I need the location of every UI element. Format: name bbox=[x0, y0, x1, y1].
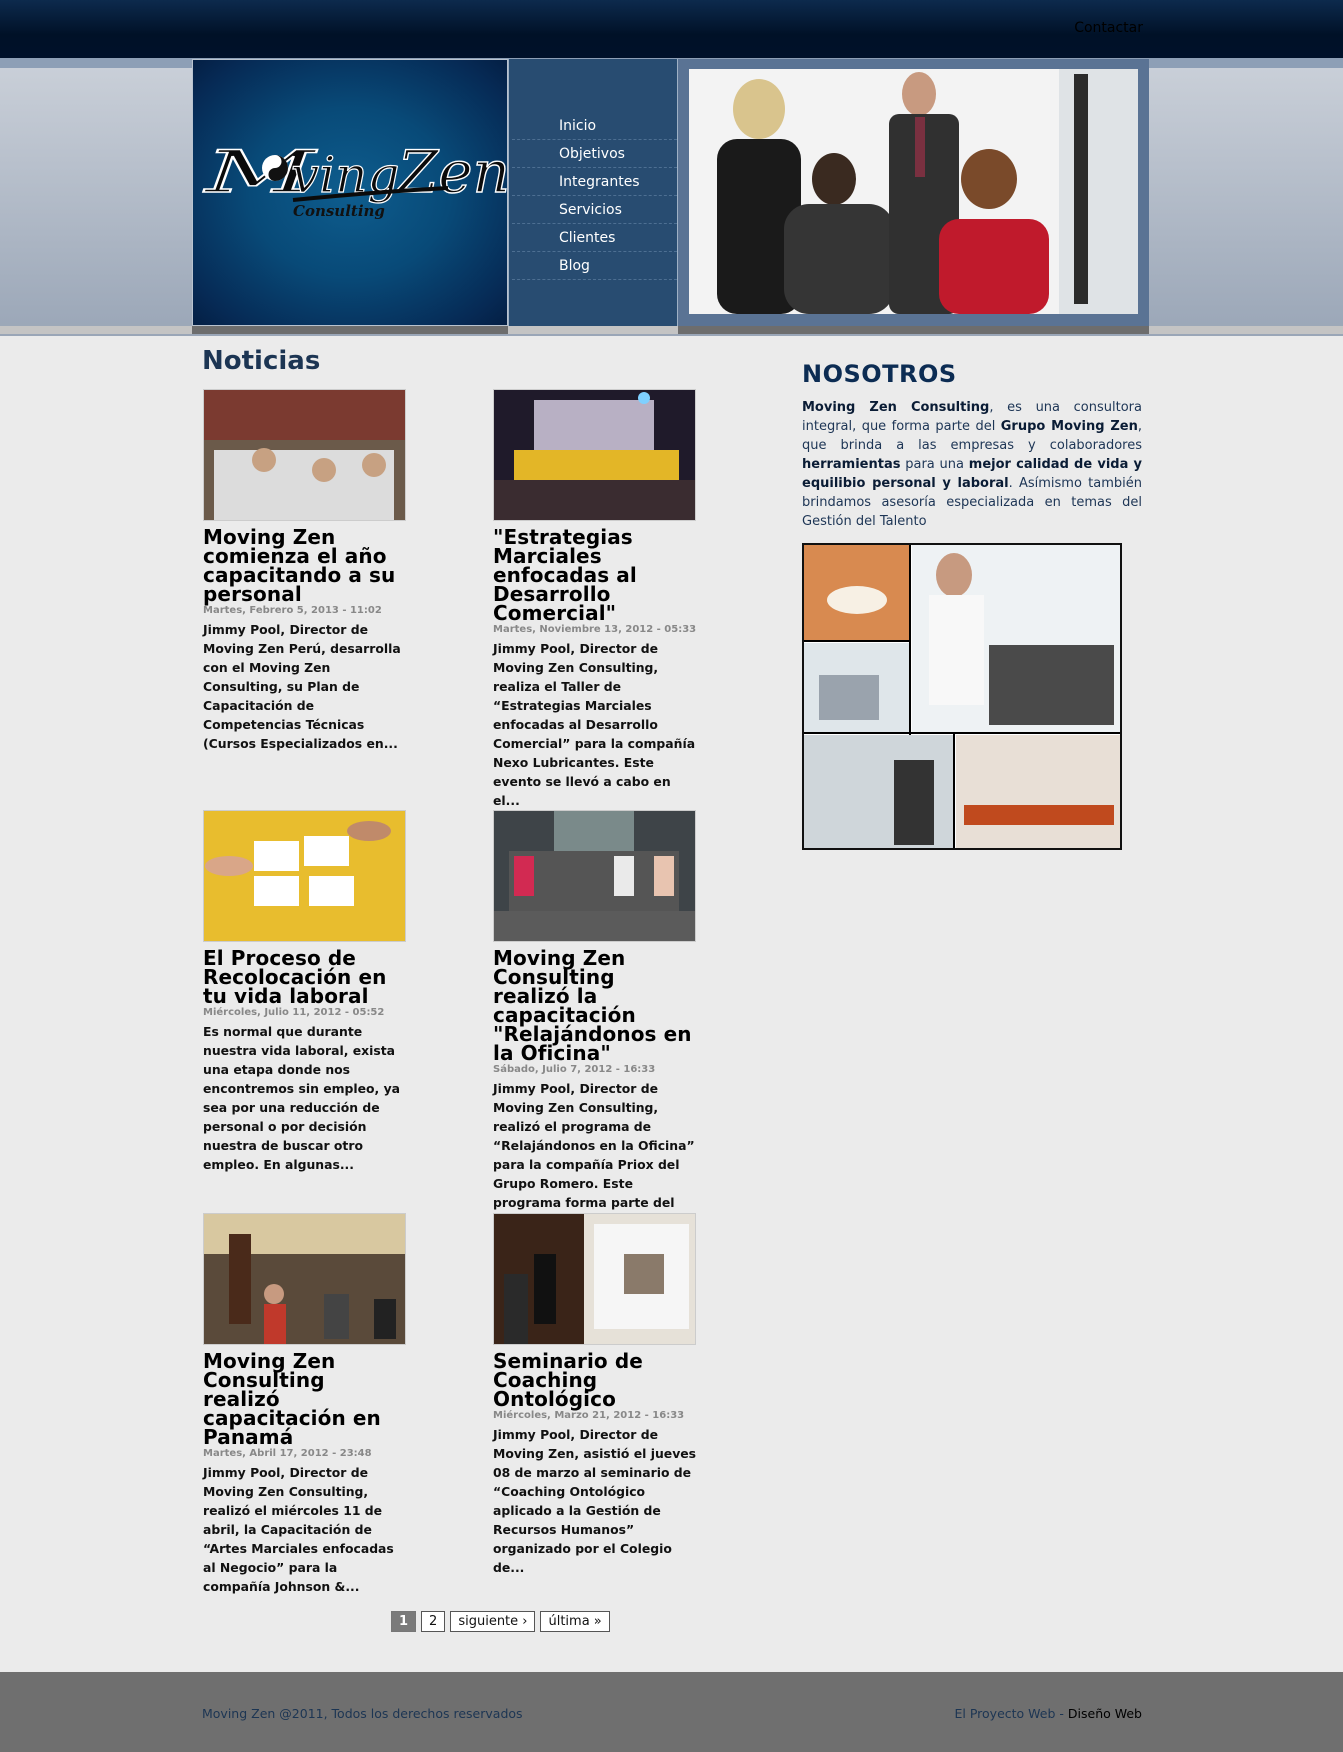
nav-item-blog[interactable]: Blog bbox=[512, 252, 677, 280]
news-date: Miércoles, Marzo 21, 2012 - 16:33 bbox=[493, 1410, 685, 1421]
nav-link[interactable]: Objetivos bbox=[512, 140, 677, 168]
news-date: Sábado, Julio 7, 2012 - 16:33 bbox=[493, 1064, 656, 1075]
footer-credit: El Proyecto Web - Diseño Web bbox=[954, 1706, 1143, 1721]
news-item: El Proceso de Recolocación en tu vida la… bbox=[203, 810, 408, 1174]
pager-current: 1 bbox=[391, 1611, 417, 1632]
sidebar-text: Moving Zen Consulting, es una consultora… bbox=[802, 400, 1143, 529]
nav-item-objetivos[interactable]: Objetivos bbox=[512, 140, 677, 168]
nav-item-servicios[interactable]: Servicios bbox=[512, 196, 677, 224]
logo[interactable]: M ving Zen Consulting bbox=[192, 59, 509, 326]
news-title[interactable]: Moving Zen comienza el año capacitando a… bbox=[203, 525, 395, 606]
news-excerpt: Jimmy Pool, Director de Moving Zen, asis… bbox=[493, 1427, 697, 1575]
top-bar: Contactar bbox=[0, 0, 1343, 58]
pagination: 1 2 siguiente › última » bbox=[391, 1611, 610, 1633]
nav-item-inicio[interactable]: Inicio bbox=[512, 112, 677, 140]
news-item: Moving Zen comienza el año capacitando a… bbox=[203, 389, 408, 753]
news-thumbnail[interactable] bbox=[203, 1213, 406, 1345]
news-thumbnail[interactable] bbox=[493, 1213, 696, 1345]
news-thumbnail[interactable] bbox=[203, 389, 406, 521]
hero-image bbox=[689, 69, 1138, 314]
news-thumbnail[interactable] bbox=[203, 810, 406, 942]
nav-link[interactable]: Blog bbox=[512, 252, 677, 280]
sidebar-collage bbox=[802, 543, 1122, 850]
news-excerpt: Jimmy Pool, Director de Moving Zen Consu… bbox=[493, 1081, 695, 1229]
nav-link[interactable]: Servicios bbox=[512, 196, 677, 224]
news-title[interactable]: Seminario de Coaching Ontológico bbox=[493, 1349, 643, 1411]
footer-copyright: Moving Zen @2011, Todos los derechos res… bbox=[202, 1706, 523, 1721]
page-title: Noticias bbox=[202, 346, 321, 376]
svg-text:Zen: Zen bbox=[396, 138, 509, 206]
news-item: Moving Zen Consulting realizó capacitaci… bbox=[203, 1213, 408, 1596]
news-excerpt: Jimmy Pool, Director de Moving Zen Consu… bbox=[493, 641, 696, 808]
news-excerpt: Jimmy Pool, Director de Moving Zen Consu… bbox=[203, 1465, 394, 1594]
news-date: Martes, Noviembre 13, 2012 - 05:33 bbox=[493, 624, 697, 635]
nav-item-integrantes[interactable]: Integrantes bbox=[512, 168, 677, 196]
nav-link[interactable]: Inicio bbox=[512, 112, 677, 140]
news-title[interactable]: El Proceso de Recolocación en tu vida la… bbox=[203, 946, 386, 1008]
news-item: "Estrategias Marciales enfocadas al Desa… bbox=[493, 389, 698, 810]
pager-next[interactable]: siguiente › bbox=[450, 1611, 536, 1632]
footer: Moving Zen @2011, Todos los derechos res… bbox=[0, 1672, 1343, 1752]
main-nav: Inicio Objetivos Integrantes Servicios C… bbox=[508, 59, 678, 326]
header-band-bottom bbox=[0, 326, 1343, 334]
pager-last[interactable]: última » bbox=[540, 1611, 610, 1632]
hero-frame bbox=[678, 59, 1149, 326]
news-date: Martes, Abril 17, 2012 - 23:48 bbox=[203, 1448, 372, 1459]
footer-credit-link[interactable]: El Proyecto Web bbox=[955, 1706, 1056, 1721]
pager-page-2[interactable]: 2 bbox=[421, 1611, 446, 1632]
news-title[interactable]: Moving Zen Consulting realizó capacitaci… bbox=[203, 1349, 381, 1449]
sidebar-title: NOSOTROS bbox=[802, 360, 957, 388]
news-item: Moving Zen Consulting realizó la capacit… bbox=[493, 810, 698, 1231]
news-title[interactable]: Moving Zen Consulting realizó la capacit… bbox=[493, 946, 692, 1065]
nav-link[interactable]: Clientes bbox=[512, 224, 677, 252]
news-thumbnail[interactable] bbox=[493, 389, 696, 521]
contact-link[interactable]: Contactar bbox=[1074, 20, 1143, 36]
news-date: Martes, Febrero 5, 2013 - 11:02 bbox=[203, 605, 382, 616]
news-thumbnail[interactable] bbox=[493, 810, 696, 942]
news-excerpt: Jimmy Pool, Director de Moving Zen Perú,… bbox=[203, 622, 401, 751]
nav-link[interactable]: Integrantes bbox=[512, 168, 677, 196]
nav-item-clientes[interactable]: Clientes bbox=[512, 224, 677, 252]
logo-image: M ving Zen Consulting bbox=[202, 137, 509, 220]
footer-credit-bold: Diseño Web bbox=[1067, 1706, 1142, 1721]
news-title[interactable]: "Estrategias Marciales enfocadas al Desa… bbox=[493, 525, 637, 625]
news-excerpt: Es normal que durante nuestra vida labor… bbox=[203, 1024, 401, 1172]
news-date: Miércoles, Julio 11, 2012 - 05:52 bbox=[203, 1007, 385, 1018]
svg-text:Consulting: Consulting bbox=[293, 202, 385, 220]
news-item: Seminario de Coaching Ontológico Miércol… bbox=[493, 1213, 698, 1577]
